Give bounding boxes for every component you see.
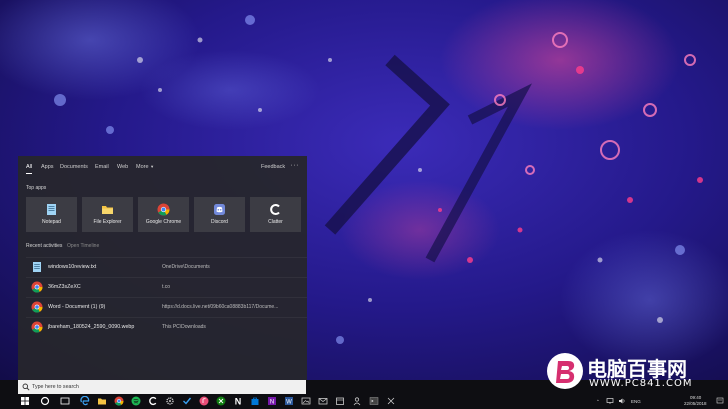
tab-web[interactable]: Web	[117, 164, 128, 170]
search-icon	[22, 383, 30, 391]
music-icon[interactable]	[199, 396, 209, 406]
chrome-icon	[157, 203, 170, 216]
calendar-icon[interactable]	[335, 396, 345, 406]
folder-icon	[102, 206, 113, 214]
recent-item[interactable]: 36mZ3sZeXC t.co	[26, 277, 307, 297]
snip-icon[interactable]	[386, 396, 396, 406]
task-view-icon[interactable]	[60, 396, 70, 406]
search-tabs: All Apps Documents Email Web More ▼ Feed…	[18, 156, 307, 176]
top-apps-heading: Top apps	[26, 185, 47, 191]
chrome-icon	[31, 321, 43, 333]
app-label: Discord	[211, 219, 228, 225]
edge-icon[interactable]	[80, 396, 90, 406]
notepad-icon	[33, 262, 41, 272]
photos-icon[interactable]	[301, 396, 311, 406]
chrome-icon	[31, 301, 43, 313]
tab-apps[interactable]: Apps	[41, 164, 54, 170]
app-label: Clatter	[268, 219, 283, 225]
app-tile-file-explorer[interactable]: File Explorer	[82, 197, 133, 232]
svg-text:N: N	[270, 400, 274, 406]
app-label: File Explorer	[93, 219, 122, 225]
network-icon[interactable]	[606, 397, 614, 405]
recent-item[interactable]: windows10review.txt OneDrive\Documents	[26, 257, 307, 277]
cortana-icon[interactable]	[40, 396, 50, 406]
site-watermark: 电脑百事网 WWW.PC841.COM	[545, 350, 725, 394]
recent-item-location: OneDrive\Documents	[162, 264, 210, 270]
tab-more-label: More	[136, 164, 149, 170]
app-label: Google Chrome	[145, 219, 182, 225]
watermark-logo-icon	[547, 353, 583, 389]
recent-item-name: jbareham_180524_2590_0090.webp	[48, 324, 135, 330]
open-timeline-link[interactable]: Open Timeline	[67, 243, 99, 249]
notepad-icon	[47, 204, 56, 215]
recent-item-name: Word - Document (1) (9)	[48, 304, 106, 310]
app-tile-clatter[interactable]: Clatter	[250, 197, 301, 232]
onenote-icon[interactable]: N	[267, 396, 277, 406]
chrome-icon[interactable]	[114, 396, 124, 406]
search-panel: All Apps Documents Email Web More ▼ Feed…	[18, 156, 307, 380]
people-icon[interactable]	[352, 396, 362, 406]
app-tile-discord[interactable]: Discord	[194, 197, 245, 232]
xbox-icon[interactable]	[216, 396, 226, 406]
tray-chevron-up-icon[interactable]: ⌃	[596, 399, 600, 405]
word-icon[interactable]: W	[284, 396, 294, 406]
windows-start-icon[interactable]	[20, 396, 30, 406]
taskbar-search-box[interactable]: Type here to search	[18, 380, 306, 394]
taskbar-icons: N N W ⌃ ENG 09:40 22/05/2018	[0, 394, 728, 409]
tab-email[interactable]: Email	[95, 164, 109, 170]
discord-icon	[214, 204, 225, 215]
clatter-icon[interactable]	[148, 396, 158, 406]
volume-icon[interactable]	[618, 397, 626, 405]
news-icon[interactable]: N	[233, 396, 243, 407]
recent-activities-heading: Recent activities	[26, 243, 63, 249]
app-label: Notepad	[42, 219, 61, 225]
recent-item-name: 36mZ3sZeXC	[48, 284, 81, 290]
recent-item-location: t.co	[162, 284, 171, 290]
recent-item[interactable]: jbareham_180524_2590_0090.webp This PC\D…	[26, 317, 307, 337]
clatter-icon	[270, 204, 280, 215]
recent-item-location: https://d.docs.live.net/09b60ca08883b117…	[162, 304, 279, 310]
recent-item[interactable]: Word - Document (1) (9) https://d.docs.l…	[26, 297, 307, 317]
chrome-icon	[31, 281, 43, 293]
settings-icon[interactable]	[165, 396, 175, 406]
tab-all[interactable]: All	[26, 164, 33, 174]
recent-item-name: windows10review.txt	[48, 264, 97, 270]
watermark-url: WWW.PC841.COM	[589, 378, 693, 389]
spotify-icon[interactable]	[131, 396, 141, 406]
recent-item-location: This PC\Downloads	[162, 324, 206, 330]
tab-more[interactable]: More ▼	[136, 164, 154, 170]
svg-text:N: N	[235, 397, 242, 407]
mail-icon[interactable]	[318, 396, 328, 406]
tab-documents[interactable]: Documents	[60, 164, 88, 170]
app-tile-google-chrome[interactable]: Google Chrome	[138, 197, 189, 232]
store-icon[interactable]	[250, 396, 260, 406]
action-center-icon[interactable]	[716, 397, 724, 405]
app-tile-notepad[interactable]: Notepad	[26, 197, 77, 232]
todo-check-icon[interactable]	[182, 396, 192, 406]
folder-icon[interactable]	[97, 396, 107, 406]
clock-time[interactable]: 09:40	[690, 395, 701, 400]
feedback-link[interactable]: Feedback	[261, 164, 285, 170]
clock-date[interactable]: 22/05/2018	[684, 401, 707, 406]
search-placeholder: Type here to search	[32, 384, 79, 390]
language-indicator[interactable]: ENG	[631, 399, 641, 404]
more-options-icon[interactable]: ···	[291, 162, 300, 169]
svg-text:W: W	[286, 400, 292, 406]
terminal-icon[interactable]	[369, 396, 379, 406]
chevron-down-icon: ▼	[150, 164, 155, 169]
